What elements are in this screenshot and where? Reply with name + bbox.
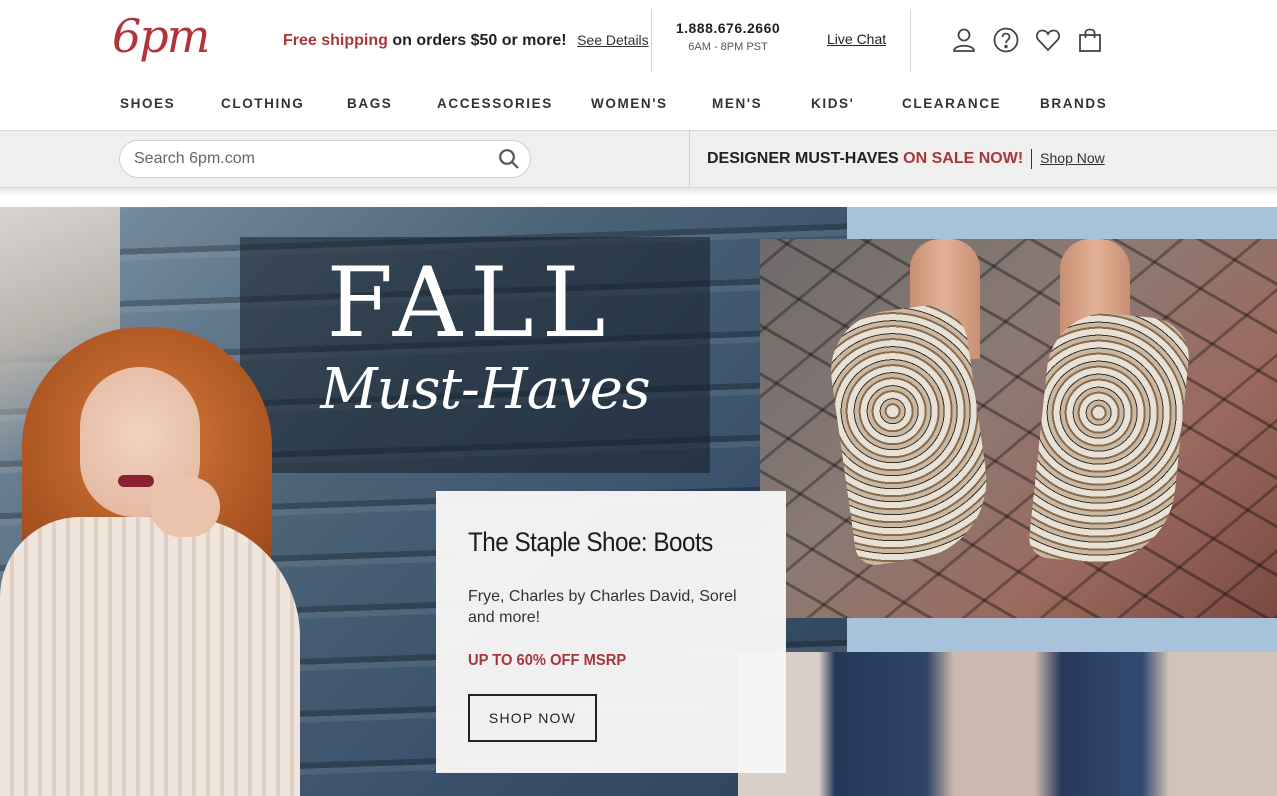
shop-now-link[interactable]: Shop Now xyxy=(1040,150,1105,166)
heart-icon[interactable] xyxy=(1033,25,1063,55)
live-chat-link[interactable]: Live Chat xyxy=(827,31,886,47)
model-lips xyxy=(118,475,154,487)
free-shipping-label: Free shipping xyxy=(283,32,388,49)
search-input[interactable] xyxy=(134,141,494,177)
nav-item-womens[interactable]: WOMEN'S xyxy=(591,96,668,111)
nav-item-clothing[interactable]: CLOTHING xyxy=(221,96,304,111)
search-icon[interactable] xyxy=(498,148,520,170)
model-image xyxy=(0,327,340,796)
phone-hours: 6AM - 8PM PST xyxy=(688,41,768,53)
designer-sale-banner: DESIGNER MUST-HAVES ON SALE NOW! Shop Now xyxy=(707,149,1105,169)
nav-item-kids[interactable]: KIDS' xyxy=(811,96,854,111)
header-divider xyxy=(910,9,911,72)
nav-item-mens[interactable]: MEN'S xyxy=(712,96,762,111)
free-shipping-condition: on orders $50 or more! xyxy=(387,32,567,49)
logo[interactable]: 6pm xyxy=(112,6,210,66)
search-bar-strip: DESIGNER MUST-HAVES ON SALE NOW! Shop Now xyxy=(0,130,1277,188)
account-icon[interactable] xyxy=(949,25,979,55)
hero-script-text: Must-Haves xyxy=(320,357,650,422)
phone-contact: 1.888.676.2660 6AM - 8PM PST xyxy=(652,20,804,53)
promo-card-title: The Staple Shoe: Boots xyxy=(468,527,713,557)
phone-number[interactable]: 1.888.676.2660 xyxy=(652,20,804,36)
jeans-image[interactable] xyxy=(738,652,1277,796)
search-box xyxy=(119,140,531,178)
designer-sale-accent: ON SALE NOW! xyxy=(903,150,1024,168)
hero-banner[interactable]: FALL Must-Haves The Staple Shoe: Boots F… xyxy=(0,207,1277,796)
main-nav: SHOES CLOTHING BAGS ACCESSORIES WOMEN'S … xyxy=(0,92,1277,118)
help-icon[interactable] xyxy=(991,25,1021,55)
shopping-bag-icon[interactable] xyxy=(1075,25,1105,55)
model-hand xyxy=(150,477,220,537)
promo-card-sale: UP TO 60% OFF MSRP xyxy=(468,652,627,669)
search-bar-shadow xyxy=(0,188,1277,196)
nav-item-accessories[interactable]: ACCESSORIES xyxy=(437,96,553,111)
nav-item-clearance[interactable]: CLEARANCE xyxy=(902,96,1001,111)
designer-sale-lead: DESIGNER MUST-HAVES xyxy=(707,150,904,168)
promo-card-description: Frye, Charles by Charles David, Sorel an… xyxy=(468,588,737,626)
nav-item-bags[interactable]: BAGS xyxy=(347,96,392,111)
model-sweater xyxy=(0,517,300,796)
see-details-link[interactable]: See Details xyxy=(577,32,649,48)
banner-pipe-divider xyxy=(1031,149,1033,169)
promo-card: The Staple Shoe: Boots Frye, Charles by … xyxy=(436,491,786,773)
nav-item-shoes[interactable]: SHOES xyxy=(120,96,175,111)
site-header: 6pm Free shipping on orders $50 or more!… xyxy=(0,0,1277,130)
free-shipping-promo: Free shipping on orders $50 or more! See… xyxy=(283,32,649,50)
search-divider xyxy=(689,131,690,187)
boot-right xyxy=(1027,307,1193,571)
nav-item-brands[interactable]: BRANDS xyxy=(1040,96,1107,111)
shop-now-button[interactable]: SHOP NOW xyxy=(468,694,597,742)
snakeskin-boots-image[interactable] xyxy=(760,239,1277,618)
